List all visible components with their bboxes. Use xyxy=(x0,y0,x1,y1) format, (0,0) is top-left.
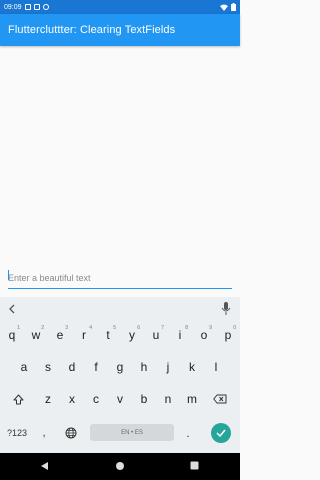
key-hint: 3 xyxy=(65,325,68,331)
notification-icon xyxy=(33,4,40,10)
key-row-2: a s d f g h j k l xyxy=(0,353,240,381)
text-cursor xyxy=(8,270,9,280)
status-bar: 09:09 xyxy=(0,0,240,14)
status-right xyxy=(220,3,236,11)
key-hint: 2 xyxy=(41,325,44,331)
key-hint: 9 xyxy=(209,325,212,331)
key-c[interactable]: c xyxy=(85,388,107,410)
backspace-key[interactable] xyxy=(206,388,234,410)
key-w[interactable]: w2 xyxy=(25,324,47,346)
shift-key[interactable] xyxy=(4,388,32,410)
app-title: Fluttercluttter: Clearing TextFields xyxy=(8,24,176,36)
key-b[interactable]: b xyxy=(133,388,155,410)
key-row-4: ?123 , EN • ES . xyxy=(0,419,240,447)
key-label: w xyxy=(31,328,41,342)
status-time: 09:09 xyxy=(4,3,22,11)
key-k[interactable]: k xyxy=(181,356,203,378)
key-label: q xyxy=(8,328,16,342)
key-label: t xyxy=(106,328,110,342)
key-label: u xyxy=(152,328,160,342)
key-l[interactable]: l xyxy=(205,356,227,378)
key-r[interactable]: r4 xyxy=(73,324,95,346)
key-d[interactable]: d xyxy=(61,356,83,378)
key-y[interactable]: y6 xyxy=(121,324,143,346)
key-hint: 8 xyxy=(185,325,188,331)
key-row-3: z x c v b n m xyxy=(0,385,240,413)
key-g[interactable]: g xyxy=(109,356,131,378)
key-row-1: q1 w2 e3 r4 t5 y6 u7 i8 o9 p0 xyxy=(0,321,240,349)
key-u[interactable]: u7 xyxy=(145,324,167,346)
enter-key[interactable] xyxy=(208,422,234,444)
key-j[interactable]: j xyxy=(157,356,179,378)
key-o[interactable]: o9 xyxy=(193,324,215,346)
text-field-underline xyxy=(8,287,232,289)
text-field[interactable] xyxy=(8,263,232,289)
notification-icon xyxy=(42,4,49,10)
check-icon xyxy=(216,429,226,437)
key-label: p xyxy=(224,328,232,342)
language-key[interactable] xyxy=(60,422,82,444)
mic-icon[interactable] xyxy=(221,302,231,316)
status-left: 09:09 xyxy=(4,4,49,11)
key-p[interactable]: p0 xyxy=(217,324,239,346)
key-hint: 4 xyxy=(89,325,92,331)
space-key[interactable]: EN • ES xyxy=(90,424,174,441)
navigation-bar xyxy=(0,453,240,480)
comma-key[interactable]: , xyxy=(36,422,52,444)
key-f[interactable]: f xyxy=(85,356,107,378)
key-label: i xyxy=(178,328,182,342)
enter-key-circle xyxy=(211,423,231,443)
chevron-left-icon[interactable] xyxy=(8,304,16,314)
notification-icon xyxy=(24,4,31,10)
period-key[interactable]: . xyxy=(180,422,196,444)
key-i[interactable]: i8 xyxy=(169,324,191,346)
soft-keyboard: q1 w2 e3 r4 t5 y6 u7 i8 o9 p0 a s d f g … xyxy=(0,297,240,453)
key-m[interactable]: m xyxy=(181,388,203,410)
key-hint: 0 xyxy=(233,325,236,331)
back-triangle-icon[interactable] xyxy=(40,461,49,471)
suggestion-strip xyxy=(0,297,240,321)
key-hint: 1 xyxy=(17,325,20,331)
key-h[interactable]: h xyxy=(133,356,155,378)
key-label: o xyxy=(200,328,208,342)
key-a[interactable]: a xyxy=(13,356,35,378)
key-z[interactable]: z xyxy=(37,388,59,410)
key-n[interactable]: n xyxy=(157,388,179,410)
key-q[interactable]: q1 xyxy=(1,324,23,346)
key-s[interactable]: s xyxy=(37,356,59,378)
battery-icon xyxy=(231,3,236,11)
key-label: r xyxy=(82,328,86,342)
wifi-icon xyxy=(220,4,228,11)
app-bar: Fluttercluttter: Clearing TextFields xyxy=(0,14,240,46)
symbols-key[interactable]: ?123 xyxy=(2,422,32,444)
backspace-icon xyxy=(213,394,227,404)
key-hint: 7 xyxy=(161,325,164,331)
key-t[interactable]: t5 xyxy=(97,324,119,346)
beautiful-text-input[interactable] xyxy=(8,263,232,287)
globe-icon xyxy=(65,427,77,439)
shift-icon xyxy=(13,394,23,404)
key-x[interactable]: x xyxy=(61,388,83,410)
key-e[interactable]: e3 xyxy=(49,324,71,346)
key-label: e xyxy=(56,328,64,342)
recents-square-icon[interactable] xyxy=(190,461,199,470)
home-circle-icon[interactable] xyxy=(115,461,125,471)
key-v[interactable]: v xyxy=(109,388,131,410)
key-hint: 5 xyxy=(113,325,116,331)
key-hint: 6 xyxy=(137,325,140,331)
key-label: y xyxy=(129,328,135,342)
